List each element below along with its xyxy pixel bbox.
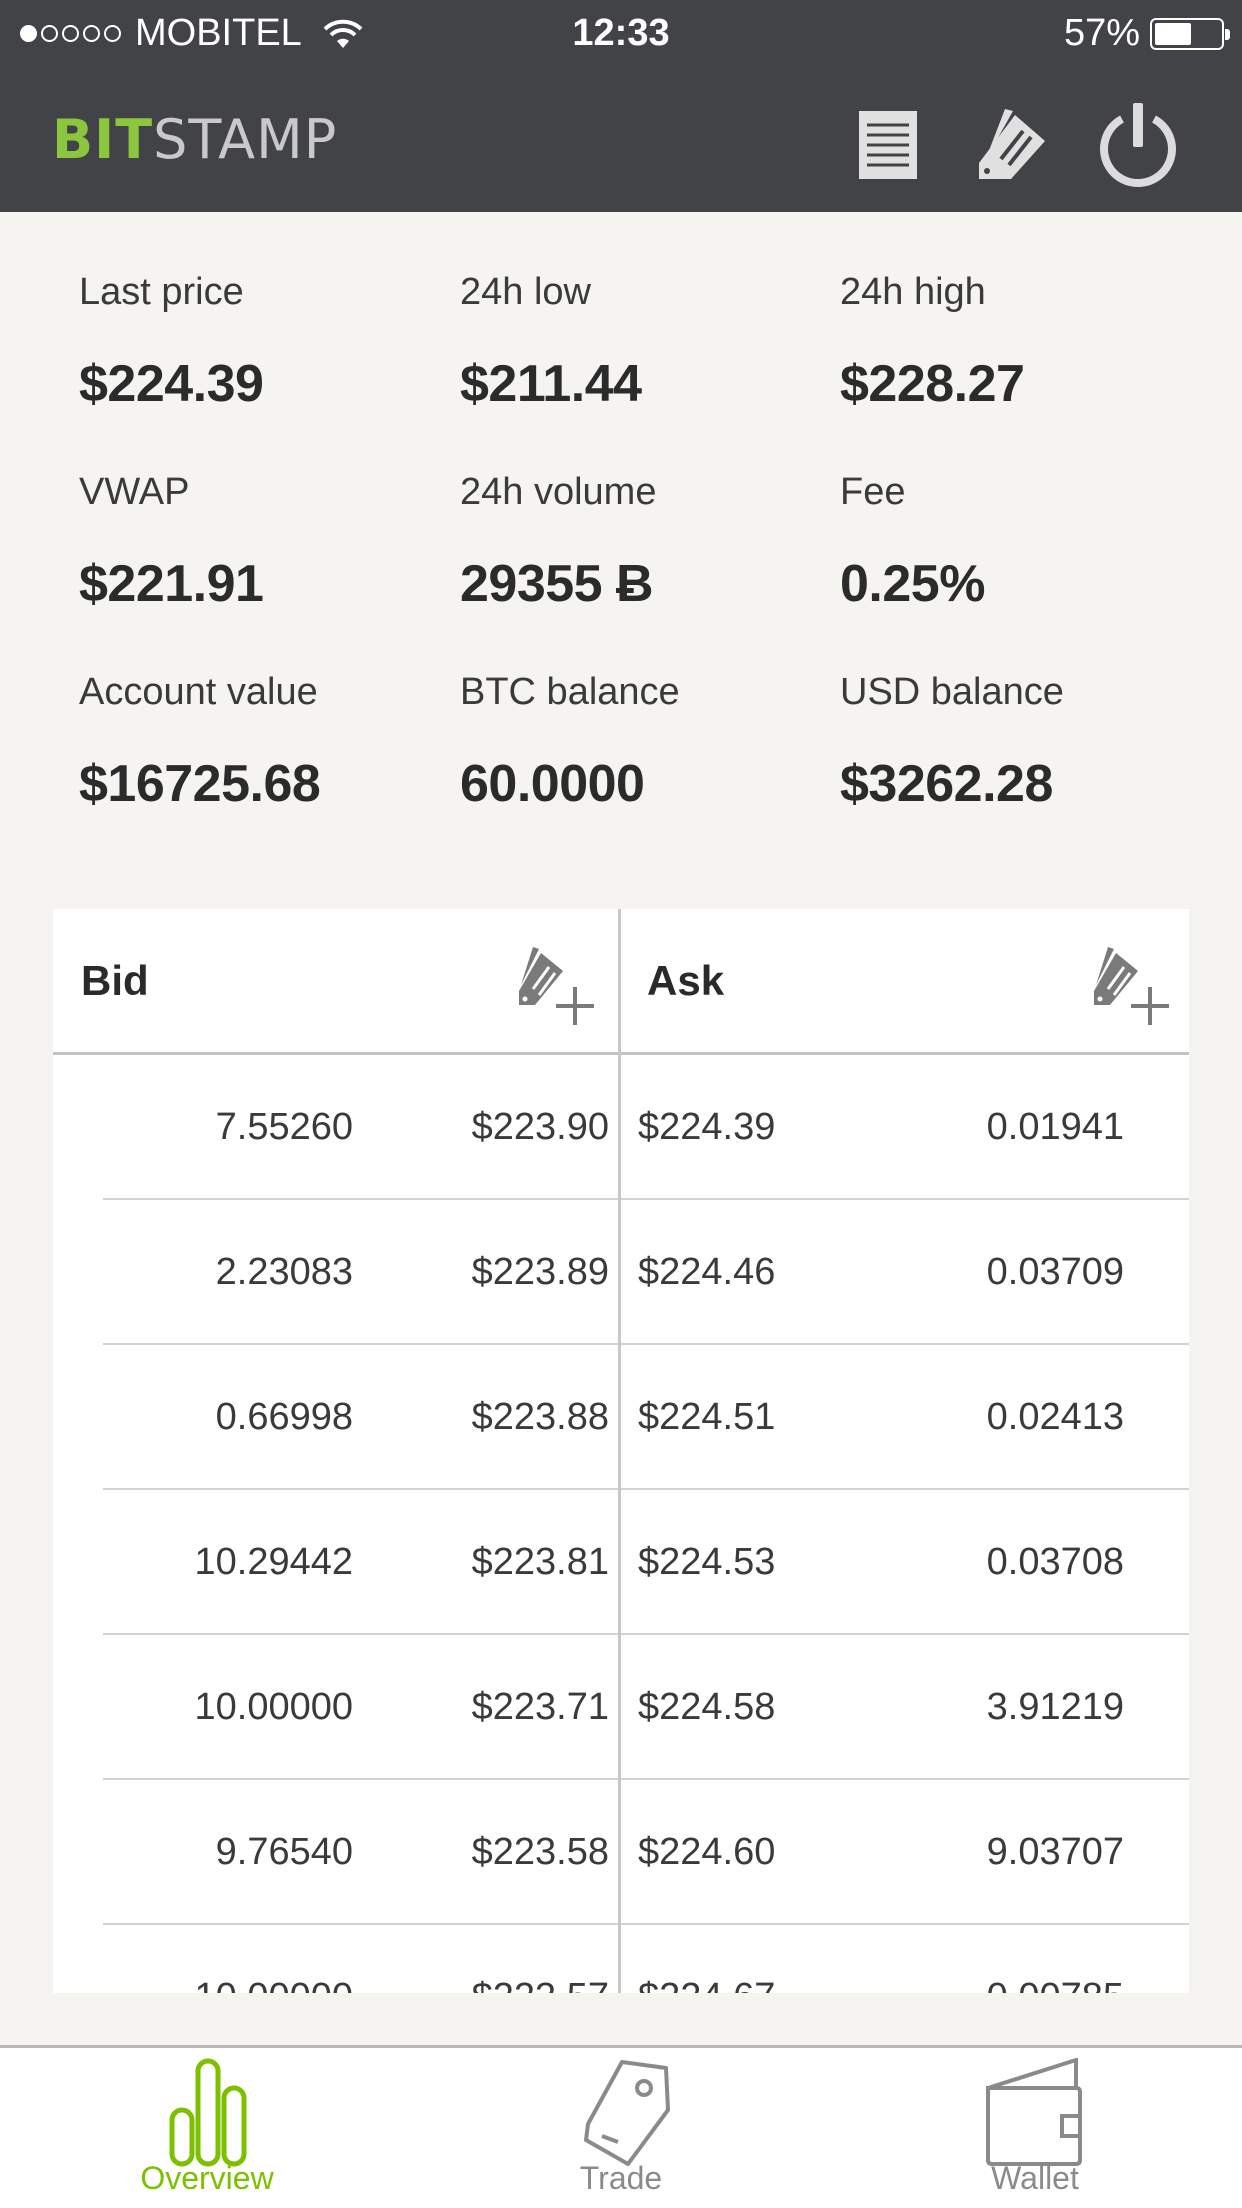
stat-label: Account value (79, 671, 318, 713)
bid-price: $223.88 (471, 1396, 609, 1438)
stat-label: 24h volume (460, 471, 657, 513)
tab-label: Wallet (991, 2160, 1079, 2196)
bid-amount: 9.76540 (215, 1831, 353, 1873)
tab-label: Trade (579, 2160, 663, 2196)
ask-price: $224.46 (638, 1251, 776, 1293)
ask-amount: 0.01941 (986, 1106, 1124, 1148)
bid-price: $223.58 (471, 1831, 609, 1873)
ask-amount: 0.02413 (986, 1396, 1124, 1438)
ask-amount: 0.03708 (986, 1541, 1124, 1583)
stat-label: Fee (840, 471, 906, 513)
power-icon (1100, 103, 1176, 187)
tab-bar: Overview Trade Wallet (0, 2045, 1242, 2208)
bid-column-title: Bid (81, 957, 149, 1004)
orders-tag-button[interactable] (966, 100, 1056, 190)
stat-value: 60.0000 (460, 755, 645, 813)
stat-label: 24h low (460, 271, 591, 313)
stat-vwap: VWAP $221.91 (79, 470, 439, 614)
stat-value: $228.27 (840, 355, 1025, 413)
add-order-tag-icon (1094, 947, 1169, 1025)
stat-label: USD balance (840, 671, 1064, 713)
stat-24h-volume: 24h volume 29355 Ƀ (460, 470, 820, 614)
ask-price: $224.51 (638, 1396, 776, 1438)
bid-amount: 10.00000 (195, 1975, 354, 1993)
order-book-row[interactable]: 10.00000 $223.57 $224.67 0.00785 (53, 1925, 1189, 1993)
stat-label: Last price (79, 271, 244, 313)
add-order-tag-icon (519, 947, 594, 1025)
stat-value: 29355 Ƀ (460, 555, 654, 613)
ask-price: $224.67 (638, 1975, 775, 1993)
order-book-row[interactable]: 0.66998 $223.88 $224.51 0.02413 (53, 1345, 1189, 1490)
ask-amount: 0.03709 (986, 1251, 1124, 1293)
tab-label: Overview (140, 2160, 274, 2196)
orders-list-button[interactable] (843, 100, 933, 190)
battery-status: 57% (1063, 12, 1230, 55)
bid-price: $223.71 (471, 1686, 609, 1728)
tag-icon (979, 109, 1045, 179)
bid-amount: 0.66998 (215, 1396, 353, 1438)
stat-fee: Fee 0.25% (840, 470, 1200, 614)
ask-amount: 0.00785 (987, 1975, 1124, 1993)
bid-amount: 2.23083 (215, 1251, 353, 1293)
bid-price: $223.89 (471, 1251, 609, 1293)
stat-btc-balance: BTC balance 60.0000 (460, 670, 820, 814)
add-bid-button[interactable] (513, 939, 603, 1029)
bid-amount: 10.00000 (194, 1686, 354, 1728)
stat-label: BTC balance (460, 671, 680, 713)
stat-value: $224.39 (79, 355, 264, 413)
ask-column-title: Ask (647, 957, 725, 1004)
top-bar: MOBITEL 12:33 57% BITSTAMP (0, 0, 1242, 212)
stat-24h-high: 24h high $228.27 (840, 270, 1200, 414)
tab-wallet[interactable]: Wallet (828, 2048, 1242, 2208)
tab-overview[interactable]: Overview (0, 2048, 414, 2208)
bid-ask-divider (618, 909, 621, 1993)
bid-price: $223.57 (472, 1975, 609, 1993)
logout-button[interactable] (1093, 100, 1183, 190)
bid-price: $223.90 (471, 1106, 609, 1148)
stat-24h-low: 24h low $211.44 (460, 270, 820, 414)
ask-amount: 3.91219 (986, 1686, 1124, 1728)
stat-account-value: Account value $16725.68 (79, 670, 439, 814)
stat-value: $211.44 (460, 355, 642, 413)
bid-price: $223.81 (471, 1541, 609, 1583)
order-book-header: Bid Ask (53, 909, 1189, 1055)
stat-label: VWAP (79, 471, 190, 513)
clock: 12:33 (572, 12, 670, 54)
orders-list-icon (859, 111, 917, 179)
stat-value: $3262.28 (840, 755, 1053, 813)
add-ask-button[interactable] (1088, 939, 1178, 1029)
battery-percent: 57% (1063, 12, 1140, 54)
ask-amount: 9.03707 (986, 1831, 1124, 1873)
bid-amount: 10.29442 (194, 1541, 354, 1583)
price-tag-icon (584, 2060, 670, 2166)
battery-icon (1150, 17, 1230, 50)
stat-usd-balance: USD balance $3262.28 (840, 670, 1200, 814)
stat-value: 0.25% (840, 555, 985, 613)
bitstamp-logo: BITSTAMP (52, 108, 338, 171)
order-book-row[interactable]: 2.23083 $223.89 $224.46 0.03709 (53, 1200, 1189, 1345)
order-book-row[interactable]: 7.55260 $223.90 $224.39 0.01941 (53, 1055, 1189, 1200)
tab-trade[interactable]: Trade (414, 2048, 828, 2208)
ask-price: $224.58 (638, 1686, 776, 1728)
order-book-row[interactable]: 10.29442 $223.81 $224.53 0.03708 (53, 1490, 1189, 1635)
stat-last-price: Last price $224.39 (79, 270, 439, 414)
status-bar: MOBITEL 12:33 57% (0, 0, 1242, 66)
order-book[interactable]: Bid Ask 7.55260 $223.90 $224.39 0.01941 2.23… (53, 909, 1189, 1993)
order-book-row[interactable]: 10.00000 $223.71 $224.58 3.91219 (53, 1635, 1189, 1780)
stat-value: $221.91 (79, 555, 264, 613)
order-book-row[interactable]: 9.76540 $223.58 $224.60 9.03707 (53, 1780, 1189, 1925)
stat-label: 24h high (840, 271, 986, 313)
ask-price: $224.39 (638, 1106, 776, 1148)
bar-chart-icon (169, 2058, 247, 2167)
bid-amount: 7.55260 (215, 1106, 353, 1148)
stat-value: $16725.68 (79, 755, 321, 813)
ask-price: $224.60 (638, 1831, 776, 1873)
wallet-icon (986, 2058, 1082, 2166)
ask-price: $224.53 (638, 1541, 776, 1583)
